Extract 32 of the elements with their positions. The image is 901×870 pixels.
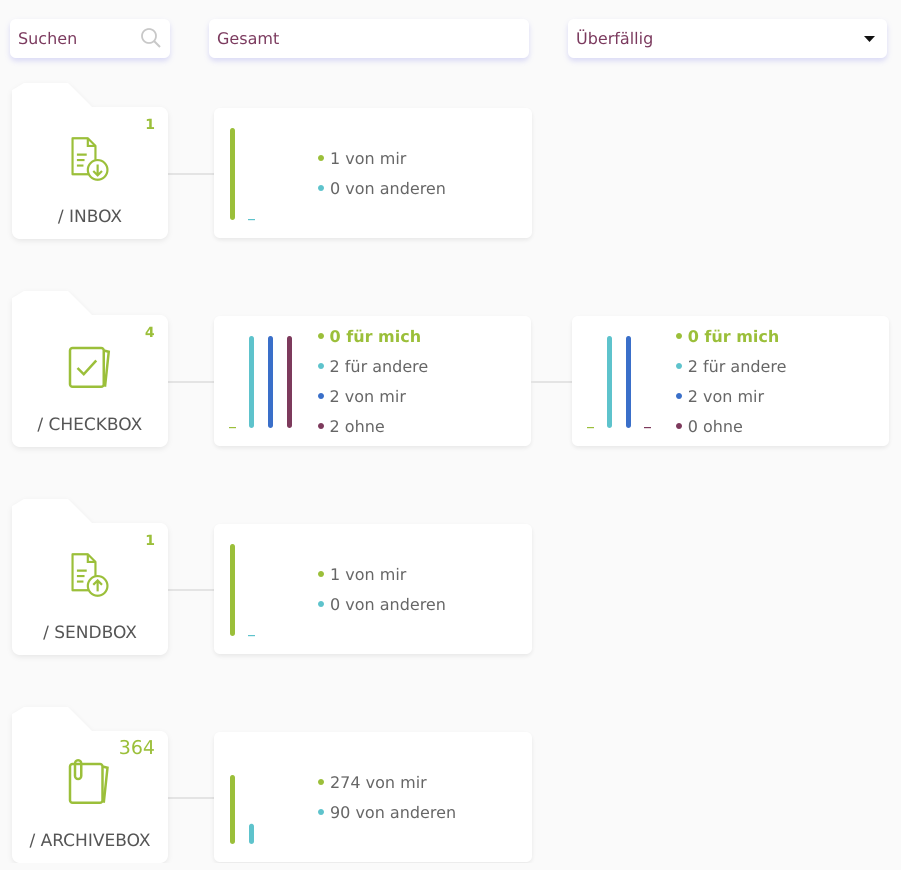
legend-label: 2 für andere — [688, 356, 786, 376]
legend-label: 0 für mich — [330, 326, 422, 346]
total-field[interactable]: Gesamt — [209, 19, 529, 58]
bar-chart-drawing — [230, 775, 254, 844]
item-count: 364 — [118, 737, 155, 759]
folder-name: / CHECKBOX — [37, 415, 142, 435]
legend-label: 274 von mir — [330, 772, 427, 792]
folder-name: / SENDBOX — [43, 623, 137, 643]
legend-label: 0 von anderen — [330, 594, 446, 614]
legend-label: 1 von mir — [330, 564, 406, 584]
legend-label: 90 von anderen — [330, 802, 456, 822]
legend-label: 2 für andere — [330, 356, 428, 376]
search-icon — [140, 27, 162, 49]
folder-name: / ARCHIVEBOX — [29, 831, 151, 851]
legend-label: 2 von mir — [330, 386, 406, 406]
legend-label: 1 von mir — [330, 148, 406, 168]
item-count: 4 — [144, 325, 155, 341]
legend-label: 2 ohne — [330, 416, 385, 436]
folder-name: / INBOX — [58, 207, 122, 227]
legend-label: 0 ohne — [688, 416, 743, 436]
folder-card[interactable]: 1 / INBOX — [12, 107, 168, 239]
item-count: 1 — [145, 533, 155, 549]
caret-icon — [864, 36, 875, 42]
folder-card[interactable]: 1 / SENDBOX — [12, 523, 168, 655]
legend-label: 2 von mir — [688, 386, 764, 406]
search-field[interactable]: Suchen — [10, 19, 170, 58]
folder-card[interactable]: 4 / CHECKBOX — [12, 315, 168, 447]
filter-dropdown[interactable]: Überfällig — [568, 19, 887, 58]
folder-card[interactable]: 364 / ARCHIVEBOX — [12, 731, 168, 863]
legend-label: 0 von anderen — [330, 178, 446, 198]
legend-label: 0 für mich — [688, 326, 780, 346]
item-count: 1 — [145, 117, 155, 133]
